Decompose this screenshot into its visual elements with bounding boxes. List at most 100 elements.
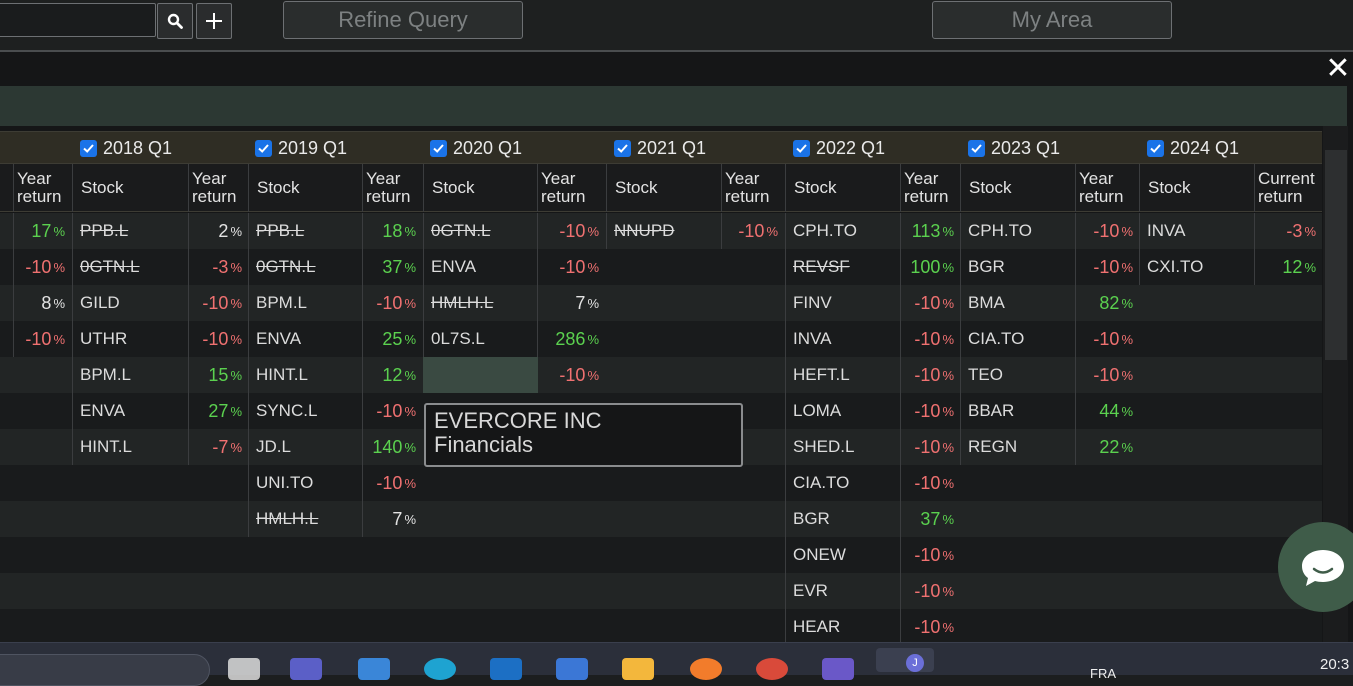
quarter-toggle[interactable]: 2019 Q1 <box>255 132 347 164</box>
stock-ticker[interactable]: HMLH.L <box>423 285 537 321</box>
stock-ticker[interactable]: 0GTN.L <box>423 213 537 249</box>
column-divider <box>72 357 73 393</box>
stock-ticker[interactable]: FINV <box>785 285 900 321</box>
close-icon[interactable]: ✕ <box>1324 54 1352 84</box>
stock-ticker[interactable]: ENVA <box>423 249 537 285</box>
stock-ticker[interactable]: REGN <box>960 429 1075 465</box>
checkbox-checked-icon[interactable] <box>430 139 447 157</box>
mail-icon[interactable] <box>556 658 588 680</box>
stock-ticker[interactable]: ENVA <box>248 321 362 357</box>
stock-ticker[interactable]: TEO <box>960 357 1075 393</box>
stock-ticker[interactable]: PPB.L <box>248 213 362 249</box>
app-icon[interactable] <box>756 658 788 680</box>
taskbar-search[interactable] <box>0 654 210 686</box>
active-app-button[interactable]: J <box>876 648 934 672</box>
teams-icon[interactable] <box>290 658 322 680</box>
year-return-header[interactable]: Year return <box>721 164 784 212</box>
stock-ticker[interactable]: BPM.L <box>72 357 188 393</box>
outlook-icon[interactable] <box>490 658 522 680</box>
stock-header[interactable]: Stock <box>72 164 188 212</box>
checkbox-checked-icon[interactable] <box>614 139 631 157</box>
stock-ticker[interactable]: HMLH.L <box>248 501 362 537</box>
stock-ticker[interactable]: 0GTN.L <box>72 249 188 285</box>
stock-header[interactable]: Stock <box>606 164 721 212</box>
stock-header[interactable]: Stock <box>785 164 900 212</box>
stock-ticker[interactable]: GILD <box>72 285 188 321</box>
folder-icon[interactable] <box>622 658 654 680</box>
stock-ticker[interactable]: SYNC.L <box>248 393 362 429</box>
stock-ticker[interactable]: BGR <box>960 249 1075 285</box>
stock-ticker[interactable]: 0GTN.L <box>248 249 362 285</box>
stock-ticker[interactable]: BMA <box>960 285 1075 321</box>
year-return-header[interactable]: Year return <box>188 164 248 212</box>
return-value: 7% <box>575 292 599 313</box>
stock-header[interactable]: Stock <box>1139 164 1254 212</box>
refine-query-button[interactable]: Refine Query <box>283 1 523 39</box>
stock-ticker[interactable]: BBAR <box>960 393 1075 429</box>
stock-ticker[interactable]: 0L7S.L <box>423 321 537 357</box>
stock-ticker[interactable]: HINT.L <box>248 357 362 393</box>
column-divider <box>13 321 14 357</box>
quarter-toggle[interactable]: 2018 Q1 <box>80 132 172 164</box>
year-return-header[interactable]: Year return <box>362 164 422 212</box>
edge-icon[interactable] <box>424 658 456 680</box>
store-icon[interactable] <box>358 658 390 680</box>
quarter-toggle[interactable]: 2020 Q1 <box>430 132 522 164</box>
search-input[interactable] <box>0 3 156 37</box>
stock-ticker[interactable]: ENVA <box>72 393 188 429</box>
stock-ticker[interactable]: CPH.TO <box>785 213 900 249</box>
stock-ticker[interactable]: CXI.TO <box>1139 249 1254 285</box>
stock-ticker[interactable]: NNUPD <box>606 213 721 249</box>
stock-ticker[interactable]: BGR <box>785 501 900 537</box>
stock-ticker[interactable]: INVA <box>1139 213 1254 249</box>
column-divider <box>721 213 722 249</box>
stock-ticker[interactable]: EVR <box>785 573 900 609</box>
stock-ticker[interactable]: INVA <box>785 321 900 357</box>
column-divider <box>900 609 901 645</box>
app-cube-icon[interactable] <box>822 658 854 680</box>
firefox-icon[interactable] <box>690 658 722 680</box>
stock-ticker[interactable]: SHED.L <box>785 429 900 465</box>
stock-ticker[interactable]: CPH.TO <box>960 213 1075 249</box>
quarter-toggle[interactable]: 2024 Q1 <box>1147 132 1239 164</box>
stock-ticker[interactable]: CIA.TO <box>785 465 900 501</box>
quarter-toggle[interactable]: 2021 Q1 <box>614 132 706 164</box>
stock-header[interactable]: Stock <box>423 164 537 212</box>
quarter-toggle[interactable]: 2022 Q1 <box>793 132 885 164</box>
stock-header[interactable]: Stock <box>960 164 1075 212</box>
stock-ticker[interactable]: UTHR <box>72 321 188 357</box>
current-return-header[interactable]: Current return <box>1254 164 1322 212</box>
quarter-toggle[interactable]: 2023 Q1 <box>968 132 1060 164</box>
add-button[interactable] <box>196 3 232 39</box>
column-divider <box>785 609 786 645</box>
system-clock[interactable]: 20:3 <box>1320 656 1349 673</box>
stock-ticker[interactable]: BPM.L <box>248 285 362 321</box>
stock-ticker[interactable]: UNI.TO <box>248 465 362 501</box>
stock-ticker[interactable]: HEFT.L <box>785 357 900 393</box>
checkbox-checked-icon[interactable] <box>1147 139 1164 157</box>
stock-ticker[interactable]: CIA.TO <box>960 321 1075 357</box>
stock-ticker[interactable]: PPB.L <box>72 213 188 249</box>
my-area-button[interactable]: My Area <box>932 1 1172 39</box>
checkbox-checked-icon[interactable] <box>255 139 272 157</box>
column-divider <box>362 321 363 357</box>
checkbox-checked-icon[interactable] <box>968 139 985 157</box>
scrollbar-thumb[interactable] <box>1325 150 1347 360</box>
year-return-header[interactable]: Year return <box>13 164 71 212</box>
stock-ticker[interactable]: REVSF <box>785 249 900 285</box>
checkbox-checked-icon[interactable] <box>80 139 97 157</box>
year-return-header[interactable]: Year return <box>1075 164 1139 212</box>
checkbox-checked-icon[interactable] <box>793 139 810 157</box>
stock-ticker[interactable]: HEAR <box>785 609 900 645</box>
search-button[interactable] <box>157 3 193 39</box>
file-explorer-icon[interactable] <box>228 658 260 680</box>
return-value: -10% <box>914 364 954 385</box>
stock-ticker[interactable]: HINT.L <box>72 429 188 465</box>
stock-ticker[interactable]: LOMA <box>785 393 900 429</box>
column-divider <box>900 537 901 573</box>
year-return-header[interactable]: Year return <box>900 164 960 212</box>
stock-ticker[interactable]: JD.L <box>248 429 362 465</box>
stock-header[interactable]: Stock <box>248 164 362 212</box>
stock-ticker[interactable]: ONEW <box>785 537 900 573</box>
year-return-header[interactable]: Year return <box>537 164 605 212</box>
